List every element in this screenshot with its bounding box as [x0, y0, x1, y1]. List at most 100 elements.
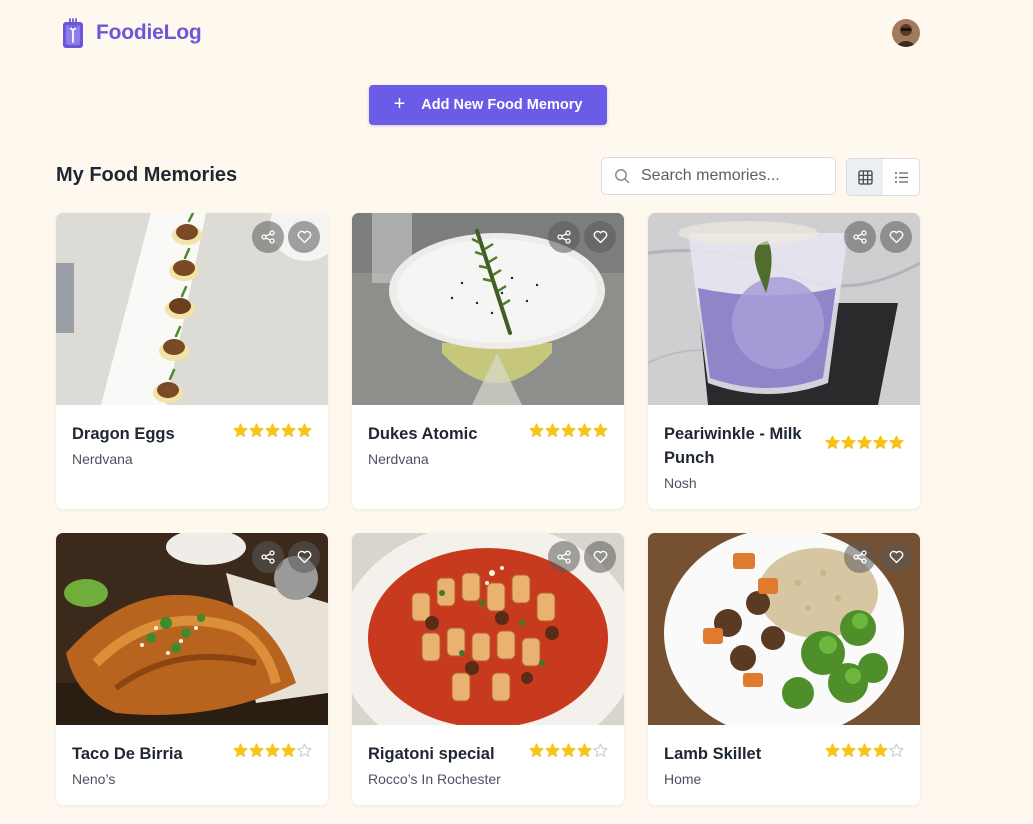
memory-place: Rocco’s In Rochester [368, 771, 501, 787]
heart-icon [297, 550, 311, 564]
share-button[interactable] [844, 221, 876, 253]
star-filled-icon [249, 743, 264, 757]
share-icon [853, 230, 867, 244]
memory-card[interactable]: Dukes Atomic Nerdvana [352, 213, 624, 509]
food-photo [648, 213, 920, 405]
memory-title: Dragon Eggs [72, 425, 175, 443]
star-empty-icon [593, 743, 608, 757]
search-input[interactable] [639, 166, 823, 186]
search-box[interactable] [601, 157, 836, 195]
favorite-button[interactable] [288, 221, 320, 253]
star-filled-icon [857, 435, 872, 449]
star-filled-icon [841, 743, 856, 757]
star-filled-icon [873, 435, 888, 449]
share-icon [557, 230, 571, 244]
memory-card[interactable]: Rigatoni special Rocco’s In Rochester [352, 533, 624, 805]
star-empty-icon [297, 743, 312, 757]
star-filled-icon [265, 423, 280, 437]
star-rating [233, 423, 312, 438]
star-rating [825, 435, 904, 450]
memory-title: Taco De Birria [72, 745, 183, 763]
share-icon [557, 550, 571, 564]
memory-place: Nerdvana [72, 451, 133, 467]
star-filled-icon [857, 743, 872, 757]
star-empty-icon [889, 743, 904, 757]
star-filled-icon [593, 423, 608, 437]
food-photo [56, 213, 328, 405]
section-title: My Food Memories [56, 164, 238, 186]
brand-name: FoodieLog [96, 21, 202, 44]
memory-title: Lamb Skillet [664, 745, 762, 763]
favorite-button[interactable] [288, 541, 320, 573]
favorite-button[interactable] [584, 221, 616, 253]
star-rating [529, 743, 608, 758]
star-filled-icon [825, 743, 840, 757]
heart-icon [889, 550, 903, 564]
memory-place: Neno’s [72, 771, 116, 787]
view-toggle [846, 158, 920, 196]
star-filled-icon [545, 743, 560, 757]
star-filled-icon [281, 423, 296, 437]
star-filled-icon [577, 423, 592, 437]
memory-card[interactable]: Taco De Birria Neno’s [56, 533, 328, 805]
memory-card[interactable]: Peariwinkle - Milk Punch Nosh [648, 213, 920, 509]
grid-icon [857, 169, 873, 185]
share-button[interactable] [844, 541, 876, 573]
journal-fork-icon [63, 18, 83, 48]
avatar-photo [892, 19, 920, 47]
grid-view-button[interactable] [847, 159, 883, 195]
star-filled-icon [825, 435, 840, 449]
favorite-button[interactable] [584, 541, 616, 573]
share-button[interactable] [252, 541, 284, 573]
star-filled-icon [233, 423, 248, 437]
search-icon [615, 169, 630, 184]
share-icon [261, 230, 275, 244]
star-filled-icon [841, 435, 856, 449]
star-rating [825, 743, 904, 758]
memory-title: Rigatoni special [368, 745, 495, 763]
star-filled-icon [561, 423, 576, 437]
star-filled-icon [529, 743, 544, 757]
star-filled-icon [249, 423, 264, 437]
memory-place: Home [664, 771, 702, 787]
star-filled-icon [545, 423, 560, 437]
star-filled-icon [529, 423, 544, 437]
star-filled-icon [297, 423, 312, 437]
share-icon [853, 550, 867, 564]
star-filled-icon [265, 743, 280, 757]
share-button[interactable] [548, 221, 580, 253]
user-avatar[interactable] [892, 19, 920, 47]
memory-title: Peariwinkle - Milk Punch [664, 425, 802, 467]
food-photo [648, 533, 920, 725]
add-food-memory-button[interactable]: + Add New Food Memory [369, 85, 607, 125]
share-button[interactable] [548, 541, 580, 573]
add-food-memory-label: Add New Food Memory [421, 97, 583, 113]
plus-icon: + [393, 93, 406, 115]
food-photo [352, 533, 624, 725]
share-icon [261, 550, 275, 564]
favorite-button[interactable] [880, 541, 912, 573]
heart-icon [297, 230, 311, 244]
memory-place: Nerdvana [368, 451, 429, 467]
memory-card[interactable]: Lamb Skillet Home [648, 533, 920, 805]
star-filled-icon [873, 743, 888, 757]
star-filled-icon [577, 743, 592, 757]
brand-logo[interactable]: FoodieLog [60, 16, 202, 50]
share-button[interactable] [252, 221, 284, 253]
list-view-button[interactable] [883, 159, 919, 195]
memory-card[interactable]: Dragon Eggs Nerdvana [56, 213, 328, 509]
star-filled-icon [233, 743, 248, 757]
favorite-button[interactable] [880, 221, 912, 253]
star-filled-icon [889, 435, 904, 449]
star-rating [529, 423, 608, 438]
heart-icon [889, 230, 903, 244]
star-filled-icon [281, 743, 296, 757]
heart-icon [593, 230, 607, 244]
memory-title: Dukes Atomic [368, 425, 478, 443]
star-rating [233, 743, 312, 758]
memory-place: Nosh [664, 475, 697, 491]
star-filled-icon [561, 743, 576, 757]
food-photo [352, 213, 624, 405]
list-icon [894, 171, 908, 183]
heart-icon [593, 550, 607, 564]
